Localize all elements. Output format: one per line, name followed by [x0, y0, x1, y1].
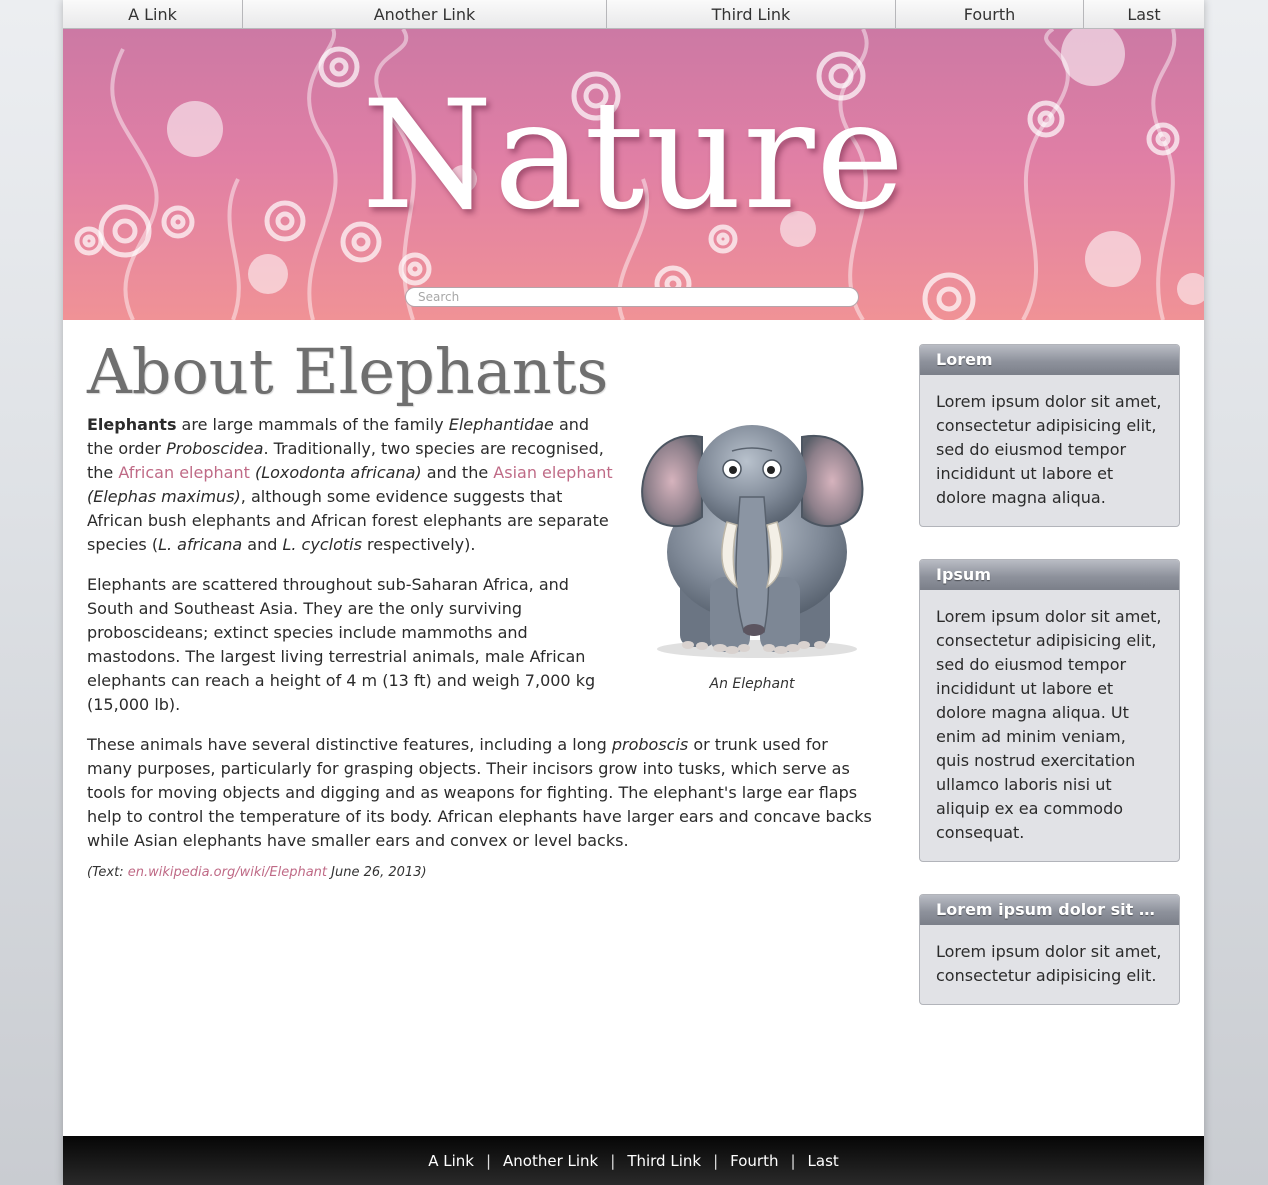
sidebar-box-body: Lorem ipsum dolor sit amet, consectetur … — [936, 607, 1162, 842]
top-nav-link-third-link[interactable]: Third Link — [607, 0, 896, 28]
italic-run: Proboscidea — [166, 438, 264, 458]
sidebar-box-title: Lorem — [920, 345, 1179, 375]
text-run: These animals have several distinctive f… — [87, 734, 612, 754]
italic-run: L. africana — [158, 534, 243, 554]
sidebar-box-body: Lorem ipsum dolor sit amet, consectetur … — [936, 392, 1162, 507]
site-header: Nature — [63, 29, 1204, 320]
top-nav: A Link Another Link Third Link Fourth La… — [63, 0, 1204, 29]
footer-separator: | — [713, 1151, 719, 1170]
asian-elephant-link[interactable]: Asian elephant — [493, 463, 612, 482]
sidebar-box-lorem: Lorem Lorem ipsum dolor sit amet, consec… — [919, 344, 1180, 527]
african-elephant-link[interactable]: African elephant — [118, 463, 250, 482]
footer-separator: | — [610, 1151, 616, 1170]
sidebar: Lorem Lorem ipsum dolor sit amet, consec… — [919, 344, 1180, 1037]
italic-run: proboscis — [611, 734, 689, 754]
main-content: About Elephants An Elephant Elephants ar… — [87, 332, 877, 880]
footer-nav: A Link | Another Link | Third Link | Fou… — [63, 1136, 1204, 1185]
footer-separator: | — [790, 1151, 796, 1170]
footer-separator: | — [485, 1151, 492, 1170]
italic-run: Elephantidae — [448, 414, 554, 434]
page-title: About Elephants — [87, 335, 609, 408]
source-suffix: June 26, 2013) — [327, 864, 427, 880]
source-prefix: (Text: — [87, 864, 128, 880]
footer-link-fourth[interactable]: Fourth — [730, 1152, 778, 1170]
top-nav-link-another-link[interactable]: Another Link — [243, 0, 607, 28]
text-run: respectively). — [361, 534, 476, 554]
text-run: and — [242, 534, 283, 554]
source-citation: (Text: en.wikipedia.org/wiki/Elephant Ju… — [87, 865, 877, 880]
sidebar-box-title: Lorem ipsum dolor sit amet — [920, 895, 1179, 925]
text-run: and the — [421, 462, 494, 482]
figure-caption: An Elephant — [709, 675, 795, 692]
sidebar-box-lorem-ipsum: Lorem ipsum dolor sit amet Lorem ipsum d… — [919, 894, 1180, 1005]
sidebar-box-title: Ipsum — [920, 560, 1179, 590]
footer-link-third-link[interactable]: Third Link — [627, 1152, 701, 1170]
text-run: are large mammals of the family — [176, 414, 449, 434]
footer-link-another-link[interactable]: Another Link — [503, 1152, 598, 1170]
source-link[interactable]: en.wikipedia.org/wiki/Elephant — [128, 865, 327, 880]
page: A Link Another Link Third Link Fourth La… — [63, 0, 1204, 1185]
figure: An Elephant — [627, 417, 877, 692]
top-nav-link-a-link[interactable]: A Link — [63, 0, 243, 28]
italic-run: (Elephas maximus) — [87, 486, 241, 506]
top-nav-link-fourth[interactable]: Fourth — [896, 0, 1084, 28]
top-nav-link-last[interactable]: Last — [1084, 0, 1204, 28]
site-title: Nature — [361, 69, 906, 243]
elephant-illustration — [641, 424, 864, 658]
footer-link-last[interactable]: Last — [808, 1152, 839, 1170]
sidebar-box-body: Lorem ipsum dolor sit amet, consectetur … — [936, 942, 1162, 985]
italic-run: L. cyclotis — [282, 534, 362, 554]
search-input[interactable] — [405, 287, 859, 307]
footer-link-a-link[interactable]: A Link — [428, 1152, 474, 1170]
italic-run: (Loxodonta africana) — [249, 462, 422, 482]
intro-bold-lead: Elephants — [87, 414, 177, 434]
paragraph-features: These animals have several distinctive f… — [87, 733, 877, 853]
sidebar-box-ipsum: Ipsum Lorem ipsum dolor sit amet, consec… — [919, 559, 1180, 862]
